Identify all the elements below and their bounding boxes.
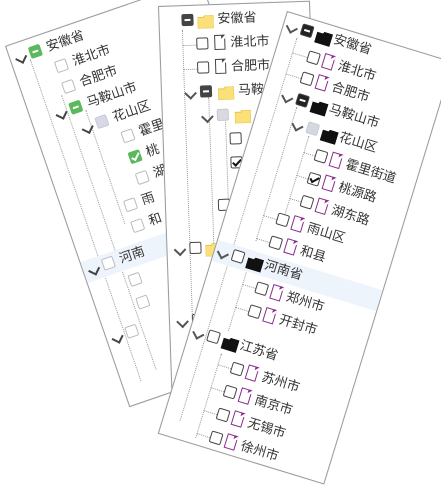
document-icon (290, 215, 306, 233)
folder-icon (319, 125, 340, 145)
tree-checkbox[interactable] (53, 58, 70, 74)
tree-checkbox[interactable] (247, 304, 263, 320)
tree-checkbox[interactable] (206, 329, 222, 345)
folder-icon (234, 107, 252, 124)
chevron-down-icon[interactable] (55, 107, 68, 120)
tree-guide-line (234, 306, 249, 312)
tree-checkbox[interactable] (100, 255, 116, 271)
chevron-down-icon[interactable] (176, 315, 189, 329)
tree-node-label: 合肥市 (230, 58, 271, 75)
tree-guide-line (289, 197, 301, 203)
tree-checkbox[interactable] (299, 194, 315, 210)
chevron-down-icon[interactable] (184, 87, 197, 100)
tree-guide-line (285, 73, 302, 79)
tree-checkbox[interactable] (275, 212, 291, 228)
tree-guide-line (210, 387, 225, 393)
folder-icon (196, 12, 215, 30)
chevron-down-icon[interactable] (111, 331, 124, 344)
tree-node-label: 淮北市 (230, 34, 270, 51)
document-icon (321, 174, 337, 193)
tree-checkbox[interactable] (135, 294, 151, 310)
tree-checkbox[interactable] (305, 50, 321, 66)
document-icon (328, 151, 344, 170)
tree-guide-line (296, 174, 308, 180)
tree-checkbox[interactable] (268, 235, 284, 251)
chevron-down-icon[interactable] (281, 91, 294, 104)
tree-checkbox[interactable] (199, 85, 213, 98)
tree-checkbox[interactable] (196, 61, 210, 74)
tree-guide-line (183, 68, 198, 71)
tree-guide-line (291, 52, 308, 58)
document-icon (214, 34, 226, 51)
document-icon (269, 284, 285, 302)
chevron-down-icon[interactable] (201, 110, 214, 124)
document-icon (214, 58, 227, 75)
document-icon (244, 364, 260, 382)
chevron-down-icon[interactable] (81, 122, 94, 135)
tree-checkbox[interactable] (134, 169, 150, 186)
tree-checkbox[interactable] (229, 361, 245, 377)
tree-checkbox[interactable] (68, 99, 84, 115)
tree-guide-line (217, 364, 232, 370)
tree-checkbox[interactable] (127, 271, 143, 287)
tree-guide-line (263, 214, 277, 221)
tree-checkbox[interactable] (230, 248, 246, 264)
tree-checkbox[interactable] (120, 128, 136, 144)
tree-checkbox[interactable] (305, 121, 321, 137)
tree-checkbox[interactable] (222, 384, 238, 400)
tree-checkbox[interactable] (299, 71, 315, 87)
document-icon (230, 410, 246, 428)
tree-checkbox[interactable] (196, 37, 209, 50)
tree-guide-line (256, 237, 270, 243)
tree-checkbox[interactable] (181, 13, 194, 27)
tree-checkbox[interactable] (254, 281, 270, 297)
tree-checkbox[interactable] (313, 148, 329, 164)
chevron-down-icon[interactable] (15, 51, 28, 64)
tree-checkbox[interactable] (27, 43, 44, 60)
tree-guide-line (182, 44, 197, 47)
folder-icon (217, 83, 235, 101)
tree-checkbox[interactable] (130, 217, 146, 234)
tree-checkbox[interactable] (122, 197, 139, 213)
document-icon (262, 306, 278, 325)
document-icon (314, 197, 330, 216)
chevron-down-icon[interactable] (173, 243, 187, 257)
chevron-down-icon[interactable] (216, 247, 229, 260)
chevron-down-icon[interactable] (88, 263, 101, 276)
tree-guide-line (303, 151, 315, 157)
tree-checkbox[interactable] (299, 23, 315, 39)
folder-icon (220, 333, 240, 353)
tree-guide-line (196, 433, 211, 439)
chevron-down-icon[interactable] (285, 21, 298, 34)
folder-icon (245, 253, 265, 273)
document-icon (283, 238, 299, 256)
document-icon (237, 387, 253, 405)
tree-node-label: 和 (146, 210, 164, 230)
chevron-down-icon[interactable] (291, 119, 304, 132)
tree-checkbox[interactable] (306, 171, 322, 187)
tree-checkbox[interactable] (216, 108, 230, 122)
folder-icon (309, 97, 329, 117)
tree-checkbox[interactable] (124, 323, 140, 339)
tree-checkbox[interactable] (61, 78, 77, 95)
tree-checkbox[interactable] (215, 407, 231, 423)
chevron-down-icon[interactable] (192, 327, 205, 340)
document-icon (223, 433, 239, 451)
tree-node-label: 安徽省 (217, 10, 257, 27)
folder-icon (314, 27, 334, 47)
tree-guide-line (241, 283, 256, 289)
tree-checkbox[interactable] (229, 132, 242, 145)
document-icon (320, 53, 336, 71)
tree-checkbox[interactable] (127, 149, 143, 165)
tree-checkbox[interactable] (189, 241, 202, 255)
tree-checkbox[interactable] (295, 92, 311, 108)
tree-checkbox[interactable] (208, 430, 224, 446)
tree-checkbox[interactable] (94, 113, 110, 130)
document-icon (314, 74, 330, 92)
tree-guide-line (203, 410, 218, 416)
